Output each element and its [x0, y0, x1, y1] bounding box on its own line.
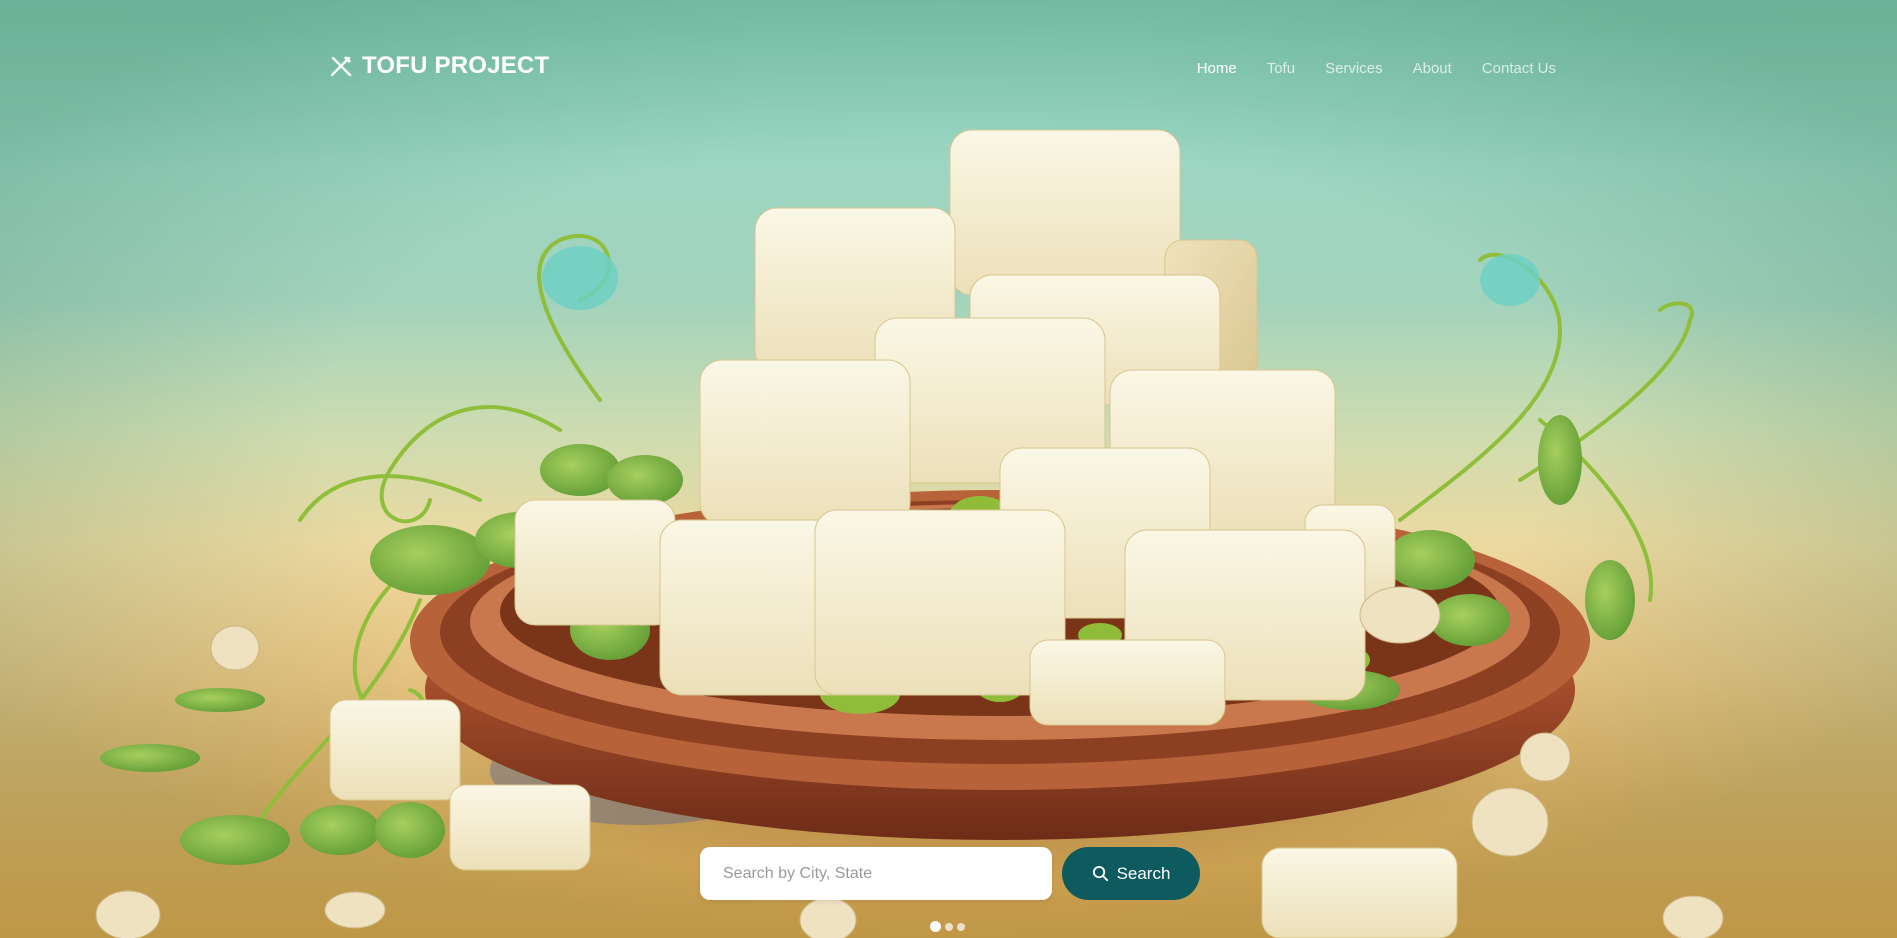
main-nav: Home Tofu Services About Contact Us	[1197, 60, 1556, 77]
carousel-dot-1[interactable]	[930, 921, 941, 932]
carousel-dots	[930, 921, 965, 932]
search-icon	[1092, 865, 1108, 882]
hero-image	[95, 129, 1724, 938]
search-input[interactable]	[700, 847, 1052, 900]
carousel-dot-3[interactable]	[957, 922, 965, 931]
carousel-dot-2[interactable]	[945, 922, 953, 931]
utensils-icon	[330, 56, 352, 77]
search-bar: Search	[700, 847, 1200, 900]
brand-name: TOFU PROJECT	[362, 52, 550, 79]
nav-contact-us[interactable]: Contact Us	[1482, 60, 1556, 77]
nav-tofu[interactable]: Tofu	[1267, 60, 1295, 77]
search-button-label: Search	[1116, 863, 1171, 883]
nav-services[interactable]: Services	[1325, 60, 1383, 77]
search-button[interactable]: Search	[1062, 847, 1200, 900]
site-header: TOFU PROJECT Home Tofu Services About Co…	[0, 52, 1897, 86]
logo[interactable]: TOFU PROJECT	[328, 52, 549, 80]
nav-about[interactable]: About	[1413, 60, 1452, 77]
nav-home[interactable]: Home	[1197, 60, 1237, 77]
